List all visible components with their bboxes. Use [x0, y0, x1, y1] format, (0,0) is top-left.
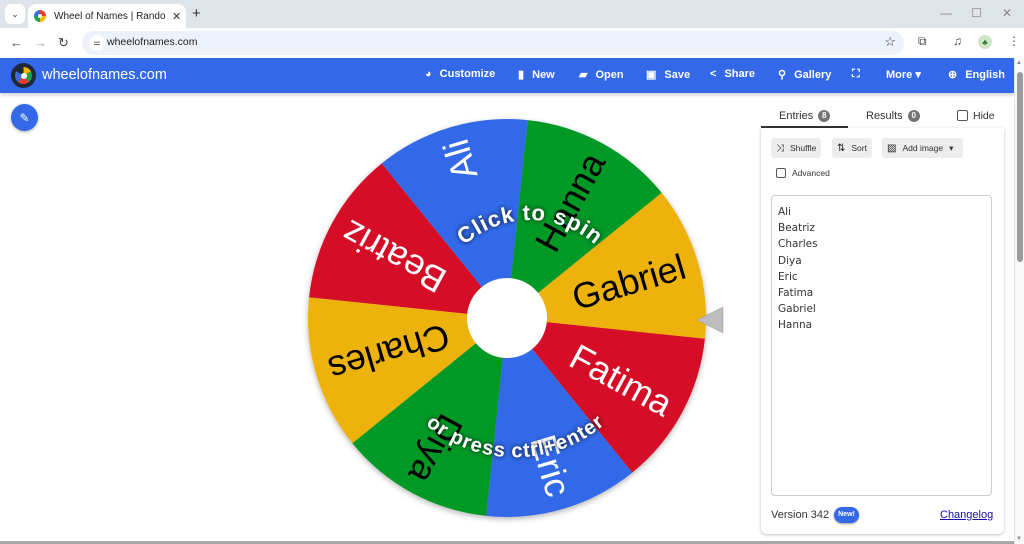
close-tab-icon[interactable]: ✕: [172, 10, 181, 23]
entry-line: Beatriz: [778, 222, 815, 235]
hide-label[interactable]: Hide: [973, 110, 995, 122]
tab-entries[interactable]: Entries 8: [779, 110, 831, 122]
fullscreen-icon: ⛶: [852, 68, 860, 80]
entries-textarea[interactable]: Ali Beatriz Charles Diya Eric Fatima Gabriel Ha…: [771, 195, 992, 496]
pencil-icon: ✎: [19, 110, 30, 125]
save-button[interactable]: ▣ Save: [646, 68, 690, 82]
folder-open-icon: ▰: [579, 69, 588, 81]
logo-icon[interactable]: [11, 63, 36, 88]
scrollbar-thumb[interactable]: [1017, 72, 1023, 262]
entries-count-badge: 8: [818, 110, 831, 122]
new-badge[interactable]: New!: [834, 507, 859, 523]
browser-menu-icon[interactable]: ⋮: [1008, 34, 1020, 48]
sort-button[interactable]: ⇅ Sort: [832, 138, 872, 158]
customize-button[interactable]: ◕ Customize: [425, 68, 495, 80]
bookmark-star-icon[interactable]: ☆: [884, 34, 896, 50]
entry-line: Charles: [778, 238, 818, 251]
tab-title: Wheel of Names | Random nam: [54, 10, 166, 22]
file-icon: ▮: [518, 69, 525, 81]
share-icon: <: [710, 68, 717, 80]
floppy-disk-icon: ▣: [646, 69, 657, 81]
browser-toolbar: ← → ↻ ⚌ wheelofnames.com ☆ ⧉ ♫ ⋮: [0, 28, 1024, 58]
browser-tab-active[interactable]: Wheel of Names | Random nam ✕: [28, 4, 186, 28]
extensions-icon[interactable]: ⧉: [918, 34, 927, 49]
new-button[interactable]: ▮ New: [518, 68, 555, 82]
scroll-down-icon[interactable]: ▼: [1016, 536, 1022, 542]
page-scrollbar[interactable]: ▲ ▼: [1014, 58, 1024, 544]
globe-icon: ⊕: [948, 69, 958, 81]
more-menu-button[interactable]: More ▾: [886, 68, 921, 81]
maximize-icon[interactable]: ☐: [971, 6, 982, 20]
minimize-icon[interactable]: —: [940, 6, 952, 20]
entry-line: Diya: [778, 254, 802, 267]
forward-icon[interactable]: →: [34, 35, 47, 50]
chevron-down-icon: ⌄: [11, 8, 19, 19]
sort-icon: ⇅: [837, 142, 846, 154]
close-window-icon[interactable]: ✕: [1002, 6, 1012, 20]
entry-line: Fatima: [778, 287, 814, 300]
shuffle-button[interactable]: ⤨ Shuffle: [771, 138, 822, 158]
tab-search-button[interactable]: ⌄: [5, 4, 25, 24]
add-image-button[interactable]: ▨ Add image ▾: [882, 138, 963, 158]
entry-line: Ali: [778, 206, 792, 218]
hide-checkbox[interactable]: [957, 110, 968, 121]
caret-down-icon: ▾: [949, 142, 954, 153]
media-control-icon[interactable]: ♫: [953, 34, 962, 48]
open-button[interactable]: ▰ Open: [579, 68, 624, 82]
palette-icon: ◕: [425, 68, 432, 80]
url-text[interactable]: wheelofnames.com: [107, 36, 197, 48]
wheel-hub[interactable]: [467, 278, 547, 358]
address-bar[interactable]: ⚌ wheelofnames.com ☆: [82, 31, 904, 55]
favicon-icon: [34, 10, 46, 22]
profile-avatar[interactable]: ♣: [978, 35, 992, 49]
results-count-badge: 0: [907, 110, 920, 122]
language-button[interactable]: ⊕ English: [948, 68, 1005, 82]
share-button[interactable]: < Share: [710, 68, 755, 80]
shuffle-icon: ⤨: [776, 142, 784, 154]
app-header: wheelofnames.com ◕ Customize ▮ New ▰ Open ▣…: [0, 58, 1014, 93]
fullscreen-button[interactable]: ⛶: [852, 68, 868, 81]
entry-line: Gabriel: [778, 303, 816, 316]
version-text: Version 342: [771, 509, 830, 521]
image-icon: ▨: [887, 142, 897, 154]
scroll-up-icon[interactable]: ▲: [1016, 60, 1022, 66]
entry-line: Eric: [778, 270, 798, 283]
entry-line: Hanna: [778, 319, 813, 332]
advanced-label[interactable]: Advanced: [792, 168, 830, 178]
site-settings-icon[interactable]: ⚌: [89, 35, 105, 51]
site-name[interactable]: wheelofnames.com: [42, 67, 167, 83]
back-icon[interactable]: ←: [10, 35, 23, 50]
edit-wheel-button[interactable]: ✎: [11, 104, 38, 131]
wheel[interactable]: GabrielFatimaEricDiyaCharlesBeatrizAli Ha…: [280, 98, 740, 544]
reload-icon[interactable]: ↻: [58, 35, 69, 51]
changelog-link[interactable]: Changelog: [940, 509, 993, 521]
tab-results[interactable]: Results 0: [866, 110, 920, 122]
search-icon: ⚲: [778, 69, 787, 81]
browser-tab-strip: ⌄ Wheel of Names | Random nam ✕ + — ☐ ✕: [0, 0, 1024, 28]
new-tab-button[interactable]: +: [192, 5, 201, 22]
gallery-button[interactable]: ⚲ Gallery: [778, 68, 831, 82]
advanced-checkbox[interactable]: [776, 168, 786, 178]
